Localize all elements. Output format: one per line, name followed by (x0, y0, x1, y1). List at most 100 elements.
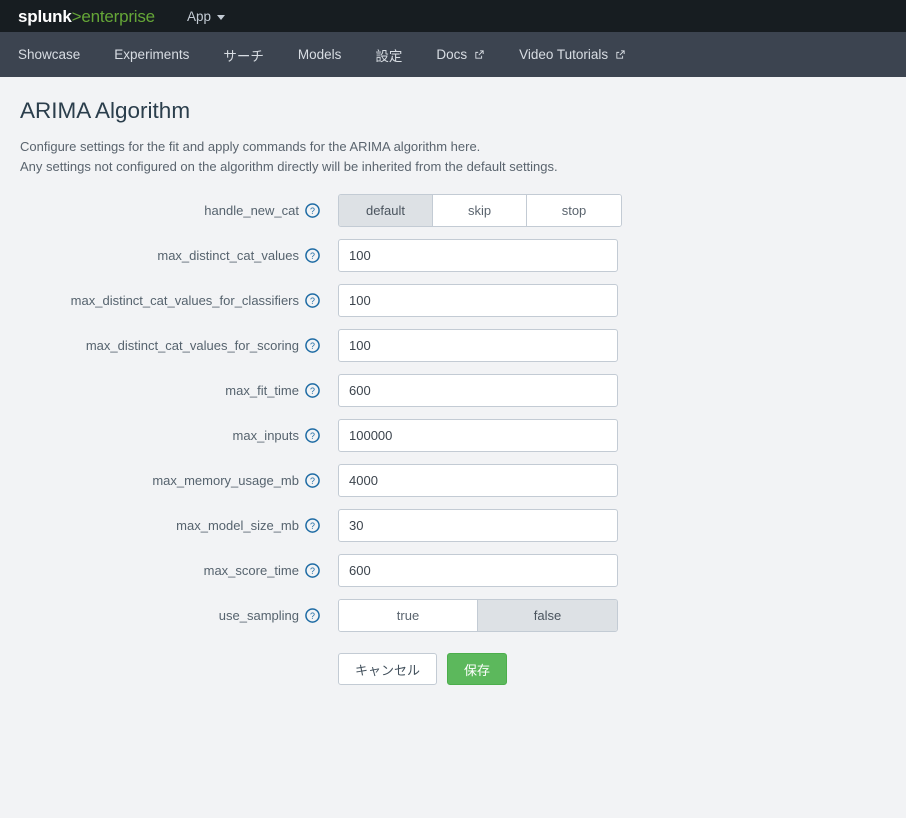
form-row-max-memory-usage-mb: max_memory_usage_mb ? (20, 464, 906, 498)
input-max-distinct-cat-values[interactable] (338, 239, 618, 273)
segment-option-skip[interactable]: skip (433, 195, 527, 227)
main-navigation-bar: Showcase Experiments サーチ Models 設定 Docs … (0, 32, 906, 77)
field-control-max-score-time (338, 554, 618, 588)
segment-option-true[interactable]: true (339, 600, 478, 632)
svg-text:?: ? (310, 341, 315, 351)
field-control-max-memory-usage-mb (338, 464, 618, 498)
chevron-down-icon (216, 14, 225, 20)
form-row-max-distinct-cat-values-for-classifiers: max_distinct_cat_values_for_classifiers … (20, 284, 906, 318)
input-max-fit-time[interactable] (338, 374, 618, 408)
field-label-max-distinct-cat-values: max_distinct_cat_values ? (20, 239, 320, 272)
nav-item-showcase[interactable]: Showcase (18, 47, 80, 62)
help-icon[interactable]: ? (305, 293, 320, 308)
help-icon[interactable]: ? (305, 203, 320, 218)
top-brand-bar: splunk > enterprise App (0, 0, 906, 32)
field-control-max-model-size-mb (338, 509, 618, 543)
input-max-model-size-mb[interactable] (338, 509, 618, 543)
logo-enterprise-text: enterprise (81, 6, 155, 26)
nav-item-label: サーチ (223, 48, 264, 64)
field-label-max-inputs: max_inputs ? (20, 419, 320, 452)
label-text: max_distinct_cat_values_for_scoring (85, 338, 299, 354)
splunk-enterprise-logo[interactable]: splunk > enterprise (18, 8, 155, 25)
field-label-max-model-size-mb: max_model_size_mb ? (20, 509, 320, 542)
label-text: max_distinct_cat_values_for_classifiers (70, 293, 299, 309)
nav-item-label: Models (297, 47, 342, 62)
field-label-max-memory-usage-mb: max_memory_usage_mb ? (20, 464, 320, 497)
form-row-use-sampling: use_sampling ? true false (20, 599, 906, 633)
form-actions: キャンセル 保存 (338, 653, 906, 686)
form-row-max-fit-time: max_fit_time ? (20, 374, 906, 408)
segment-option-stop[interactable]: stop (527, 195, 621, 227)
help-icon[interactable]: ? (305, 383, 320, 398)
help-icon[interactable]: ? (305, 338, 320, 353)
segment-option-false[interactable]: false (478, 600, 617, 632)
page-title: ARIMA Algorithm (20, 98, 191, 123)
form-row-max-model-size-mb: max_model_size_mb ? (20, 509, 906, 543)
help-icon[interactable]: ? (305, 473, 320, 488)
nav-item-models[interactable]: Models (298, 47, 342, 62)
form-row-max-score-time: max_score_time ? (20, 554, 906, 588)
help-icon[interactable]: ? (305, 518, 320, 533)
field-control-max-distinct-cat-values-for-scoring (338, 329, 618, 363)
segment-option-default[interactable]: default (339, 195, 433, 227)
external-link-icon (615, 49, 626, 60)
help-icon[interactable]: ? (305, 608, 320, 623)
nav-item-label: Experiments (114, 47, 190, 62)
field-label-use-sampling: use_sampling ? (20, 599, 320, 632)
svg-text:?: ? (310, 296, 315, 306)
nav-item-docs[interactable]: Docs (436, 47, 485, 62)
nav-item-label: Docs (436, 47, 468, 62)
save-button[interactable]: 保存 (447, 653, 508, 686)
nav-item-video-tutorials[interactable]: Video Tutorials (519, 47, 626, 62)
app-menu-label: App (186, 8, 211, 24)
label-text: max_memory_usage_mb (152, 473, 299, 489)
segmented-control-handle-new-cat[interactable]: default skip stop (338, 194, 622, 228)
logo-separator: > (71, 6, 82, 26)
svg-text:?: ? (310, 251, 315, 261)
page-content: ARIMA Algorithm Configure settings for t… (0, 77, 906, 686)
nav-item-experiments[interactable]: Experiments (114, 47, 189, 62)
field-label-max-distinct-cat-values-for-classifiers: max_distinct_cat_values_for_classifiers … (20, 284, 320, 317)
svg-text:?: ? (310, 611, 315, 621)
label-text: handle_new_cat (204, 203, 299, 219)
cancel-button[interactable]: キャンセル (338, 653, 438, 686)
nav-item-label: Showcase (18, 47, 81, 62)
form-row-max-distinct-cat-values-for-scoring: max_distinct_cat_values_for_scoring ? (20, 329, 906, 363)
input-max-memory-usage-mb[interactable] (338, 464, 618, 498)
field-control-max-distinct-cat-values-for-classifiers (338, 284, 618, 318)
segmented-control-use-sampling[interactable]: true false (338, 599, 618, 633)
nav-item-search[interactable]: サーチ (223, 45, 264, 65)
field-label-max-score-time: max_score_time ? (20, 554, 320, 587)
label-text: max_model_size_mb (176, 518, 299, 534)
input-max-distinct-cat-values-for-scoring[interactable] (338, 329, 618, 363)
label-text: max_score_time (203, 563, 299, 579)
label-text: max_distinct_cat_values (157, 248, 299, 264)
field-control-max-fit-time (338, 374, 618, 408)
field-control-max-inputs (338, 419, 618, 453)
algorithm-settings-form: handle_new_cat ? default skip stop max_d… (20, 194, 906, 686)
nav-item-label: 設定 (375, 48, 403, 64)
page-description-line-2: Any settings not configured on the algor… (20, 158, 558, 174)
page-description-line-1: Configure settings for the fit and apply… (20, 138, 481, 154)
help-icon[interactable]: ? (305, 248, 320, 263)
svg-text:?: ? (310, 386, 315, 396)
nav-item-settings[interactable]: 設定 (375, 45, 402, 65)
help-icon[interactable]: ? (305, 428, 320, 443)
logo-splunk-text: splunk (18, 6, 72, 26)
nav-item-label: Video Tutorials (519, 47, 609, 62)
field-control-use-sampling: true false (338, 599, 618, 633)
input-max-score-time[interactable] (338, 554, 618, 588)
input-max-inputs[interactable] (338, 419, 618, 453)
field-label-handle-new-cat: handle_new_cat ? (20, 194, 320, 227)
label-text: max_fit_time (225, 383, 299, 399)
label-text: max_inputs (232, 428, 299, 444)
svg-text:?: ? (310, 566, 315, 576)
input-max-distinct-cat-values-for-classifiers[interactable] (338, 284, 618, 318)
field-control-max-distinct-cat-values (338, 239, 618, 273)
label-text: use_sampling (218, 608, 299, 624)
help-icon[interactable]: ? (305, 563, 320, 578)
app-menu-dropdown[interactable]: App (187, 9, 225, 24)
field-control-handle-new-cat: default skip stop (338, 194, 622, 228)
form-row-max-distinct-cat-values: max_distinct_cat_values ? (20, 239, 906, 273)
svg-text:?: ? (310, 431, 315, 441)
